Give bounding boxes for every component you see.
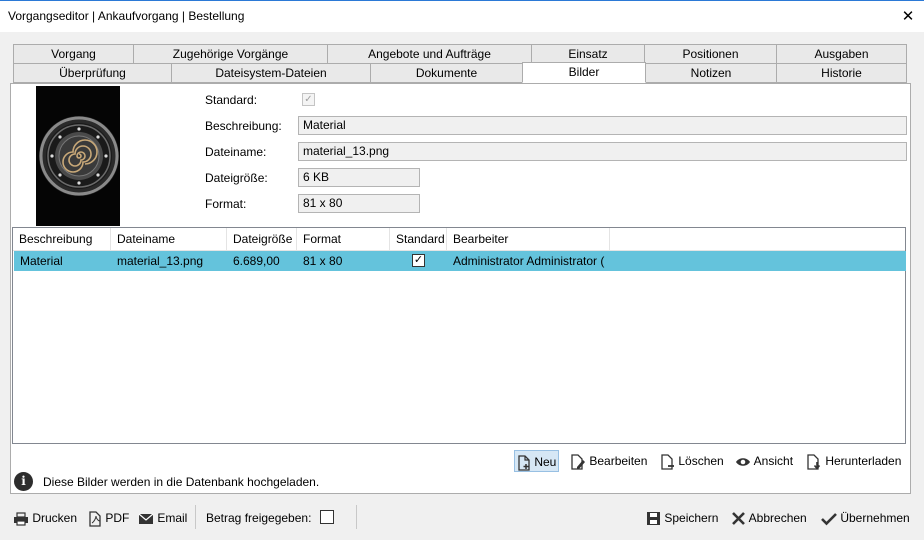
ansicht-label: Ansicht [753, 454, 794, 468]
check-icon [821, 512, 837, 526]
eye-icon [736, 458, 750, 466]
column-header-standard[interactable]: Standard [390, 228, 447, 251]
images-grid[interactable]: Beschreibung Dateiname Dateigröße Format… [12, 227, 906, 444]
tab-einsatz[interactable]: Einsatz [531, 44, 645, 64]
tab-ausgaben[interactable]: Ausgaben [776, 44, 907, 64]
tab-dokumente[interactable]: Dokumente [370, 63, 523, 83]
save-icon [647, 512, 660, 526]
format-label: Format: [205, 197, 247, 211]
image-preview [36, 86, 120, 226]
standard-label: Standard: [205, 93, 258, 107]
ansicht-button[interactable]: Ansicht [735, 450, 793, 472]
tab-vorgang[interactable]: Vorgang [13, 44, 134, 64]
email-label: Email [157, 511, 188, 525]
cell-beschreibung: Material [20, 254, 63, 268]
tab-angebote-auftraege[interactable]: Angebote und Aufträge [327, 44, 532, 64]
tab-notizen[interactable]: Notizen [645, 63, 777, 83]
uebernehmen-label: Übernehmen [840, 511, 910, 525]
column-header-dateiname[interactable]: Dateiname [111, 228, 227, 251]
separator [356, 505, 357, 529]
delete-file-icon [661, 454, 674, 470]
info-text: Diese Bilder werden in die Datenbank hoc… [43, 475, 320, 489]
tab-dateisystem-dateien[interactable]: Dateisystem-Dateien [171, 63, 371, 83]
tab-historie[interactable]: Historie [776, 63, 907, 83]
cell-dateigroesse: 6.689,00 [233, 254, 280, 268]
herunterladen-button[interactable]: Herunterladen [806, 450, 901, 472]
tab-bilder[interactable]: Bilder [522, 62, 646, 83]
table-row[interactable]: Material material_13.png 6.689,00 81 x 8… [14, 251, 906, 271]
new-file-icon [518, 455, 530, 471]
speichern-label: Speichern [664, 511, 719, 525]
neu-button[interactable]: Neu [514, 450, 560, 472]
printer-icon [14, 512, 28, 526]
cell-bearbeiter: Administrator Administrator ( [453, 254, 605, 268]
column-header-beschreibung[interactable]: Beschreibung [13, 228, 111, 251]
abbrechen-label: Abbrechen [748, 511, 807, 525]
tab-ueberpruefung[interactable]: Überprüfung [13, 63, 172, 83]
speichern-button[interactable]: Speichern [646, 508, 718, 528]
drucken-button[interactable]: Drucken [13, 508, 77, 528]
title-bar: Vorgangseditor | Ankaufvorgang | Bestell… [0, 0, 924, 32]
tab-positionen[interactable]: Positionen [644, 44, 777, 64]
info-icon: i [14, 472, 33, 491]
betrag-freigegeben-checkbox[interactable] [320, 510, 334, 524]
email-button[interactable]: Email [138, 508, 187, 528]
close-icon [732, 512, 745, 526]
cell-standard-checkbox[interactable]: ✓ [412, 254, 425, 267]
column-header-bearbeiter[interactable]: Bearbeiter [447, 228, 610, 251]
edit-file-icon [571, 454, 585, 470]
abbrechen-button[interactable]: Abbrechen [731, 508, 807, 528]
column-header-filler [610, 228, 905, 251]
dateigroesse-field[interactable]: 6 KB [298, 168, 420, 187]
beschreibung-field[interactable]: Material [298, 116, 907, 135]
cell-format: 81 x 80 [303, 254, 343, 268]
pdf-label: PDF [105, 511, 130, 525]
pdf-icon [89, 511, 101, 527]
mail-icon [138, 513, 154, 524]
herunterladen-label: Herunterladen [825, 454, 902, 468]
standard-checkbox[interactable]: ✓ [302, 93, 315, 106]
dateiname-field[interactable]: material_13.png [298, 142, 907, 161]
pdf-button[interactable]: PDF [88, 508, 129, 528]
loeschen-label: Löschen [678, 454, 724, 468]
format-field[interactable]: 81 x 80 [298, 194, 420, 213]
column-header-format[interactable]: Format [297, 228, 390, 251]
tab-zugehoerige-vorgaenge[interactable]: Zugehörige Vorgänge [133, 44, 328, 64]
beschreibung-label: Beschreibung: [205, 119, 282, 133]
drucken-label: Drucken [32, 511, 78, 525]
uebernehmen-button[interactable]: Übernehmen [821, 508, 910, 528]
dateiname-label: Dateiname: [205, 145, 267, 159]
dateigroesse-label: Dateigröße: [205, 171, 268, 185]
bearbeiten-button[interactable]: Bearbeiten [570, 450, 647, 472]
window-title: Vorgangseditor | Ankaufvorgang | Bestell… [8, 9, 245, 23]
download-icon [807, 454, 821, 470]
column-header-dateigroesse[interactable]: Dateigröße [227, 228, 297, 251]
bearbeiten-label: Bearbeiten [589, 454, 648, 468]
neu-label: Neu [534, 455, 557, 469]
cell-dateiname: material_13.png [117, 254, 204, 268]
close-icon[interactable]: ✕ [898, 7, 918, 27]
betrag-freigegeben-label: Betrag freigegeben: [206, 511, 312, 525]
loeschen-button[interactable]: Löschen [660, 450, 724, 472]
separator [195, 505, 196, 529]
